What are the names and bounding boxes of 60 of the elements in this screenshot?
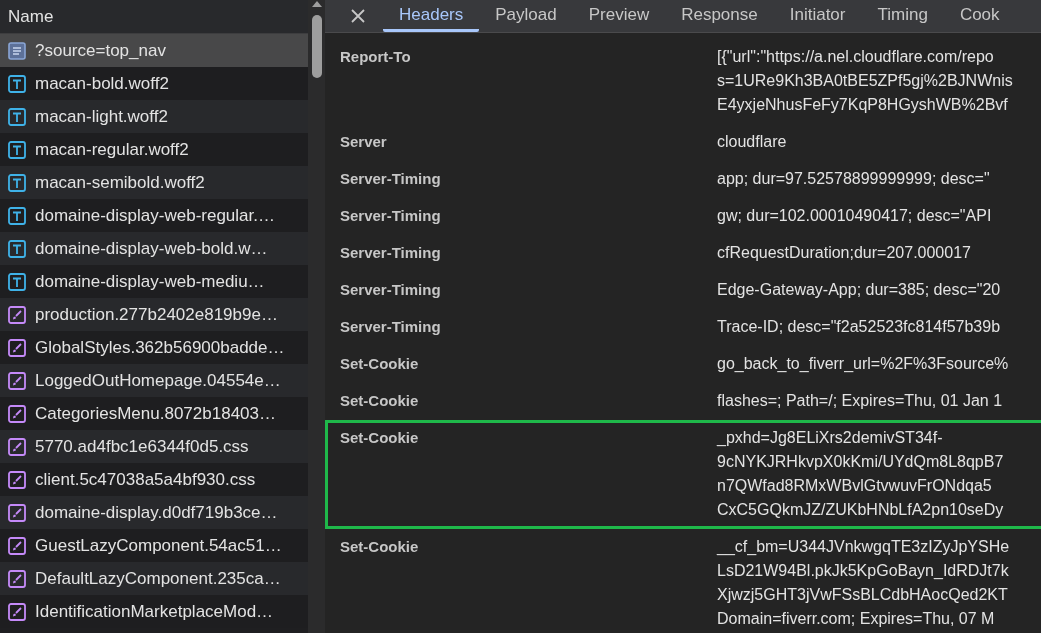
brush-icon <box>8 371 26 390</box>
header-value: gw; dur=102.00010490417; desc="API <box>717 206 992 226</box>
request-list-item[interactable]: 5770.ad4fbc1e6344f0d5.css <box>0 430 308 463</box>
request-list-item[interactable]: LoggedOutHomepage.04554e… <box>0 364 308 397</box>
header-value: [{"url":"https://a.nel.cloudflare.com/repo s=1URe9Kh3BA0tBE5ZPf5gj%2BJNWnis E4yxjeNhusFeFy7KqP8HGyshWB%2Bvf <box>717 47 1013 115</box>
header-name: Server <box>340 132 388 152</box>
header-name: Report-To <box>340 47 412 67</box>
request-list-item[interactable]: DefaultLazyComponent.235ca… <box>0 562 308 595</box>
request-list-item[interactable]: domaine-display.d0df719b3ce… <box>0 496 308 529</box>
brush-icon <box>8 470 26 489</box>
column-header[interactable]: Name <box>0 0 308 34</box>
header-value: flashes=; Path=/; Expires=Thu, 01 Jan 1 <box>717 391 1003 411</box>
request-list-item[interactable]: domaine-display-web-bold.w… <box>0 232 308 265</box>
request-list-item[interactable]: production.277b2402e819b9e… <box>0 298 308 331</box>
header-name: Server-Timing <box>340 317 442 337</box>
brush-icon <box>8 503 26 522</box>
tab[interactable]: Response <box>665 0 774 32</box>
header-name: Server-Timing <box>340 243 442 263</box>
brush-icon <box>8 404 26 423</box>
tab[interactable]: Payload <box>479 0 573 32</box>
close-icon <box>351 9 365 23</box>
letter-t-icon <box>8 206 26 225</box>
header-value: app; dur=97.52578899999999; desc=" <box>717 169 990 189</box>
brush-icon <box>8 437 26 456</box>
scroll-up-arrow-icon[interactable] <box>311 1 322 7</box>
brush-icon <box>8 305 26 324</box>
header-name: Server-Timing <box>340 206 442 226</box>
tab[interactable]: Timing <box>861 0 944 32</box>
header-name: Server-Timing <box>340 169 442 189</box>
header-name: Server-Timing <box>340 280 442 300</box>
tab[interactable]: Headers <box>383 0 480 32</box>
letter-t-icon <box>8 74 26 93</box>
document-icon <box>8 41 26 60</box>
header-name: Set-Cookie <box>340 428 420 448</box>
request-list-item[interactable]: macan-light.woff2 <box>0 100 308 133</box>
header-name: Set-Cookie <box>340 537 420 557</box>
tab[interactable]: Cook <box>943 0 1016 32</box>
letter-t-icon <box>8 107 26 126</box>
header-name: Set-Cookie <box>340 354 420 374</box>
header-value: _pxhd=Jg8ELiXrs2demivST34f- 9cNYKJRHkvpX0kKmi/UYdQm8L8qpB7 n7QWfad8RMxWBvlGtvwuvFrONdqa5 CxC5GQkmJZ/ZUKbHNbLfA2pn10seDy <box>717 428 1004 520</box>
request-list-item[interactable]: ?source=top_nav <box>0 34 308 67</box>
letter-t-icon <box>8 239 26 258</box>
header-value: Trace-ID; desc="f2a52523fc814f57b39b <box>717 317 1001 337</box>
request-list-item[interactable]: macan-semibold.woff2 <box>0 166 308 199</box>
brush-icon <box>8 569 26 588</box>
tab[interactable]: Initiator <box>773 0 862 32</box>
header-name: Set-Cookie <box>340 391 420 411</box>
letter-t-icon <box>8 140 26 159</box>
header-value: go_back_to_fiverr_url=%2F%3Fsource% <box>717 354 1009 374</box>
letter-t-icon <box>8 272 26 291</box>
header-value: cloudflare <box>717 132 787 152</box>
brush-icon <box>8 602 26 621</box>
scrollbar-thumb[interactable] <box>311 15 322 78</box>
letter-t-icon <box>8 173 26 192</box>
brush-icon <box>8 338 26 357</box>
header-value: Edge-Gateway-App; dur=385; desc="20 <box>717 280 1001 300</box>
header-value: __cf_bm=U344JVnkwgqTE3zIZyJpYSHe LsD21W94Bl.pkJk5KpGoBayn_IdRDJt7k Xjwzj5GHT3jVwFSsBLCdbHAocQed2KT Domain=fiverr.com; Expires=Thu, 07 M <box>717 537 1010 629</box>
brush-icon <box>8 536 26 555</box>
header-value: cfRequestDuration;dur=207.000017 <box>717 243 971 263</box>
tab[interactable]: Preview <box>572 0 666 32</box>
